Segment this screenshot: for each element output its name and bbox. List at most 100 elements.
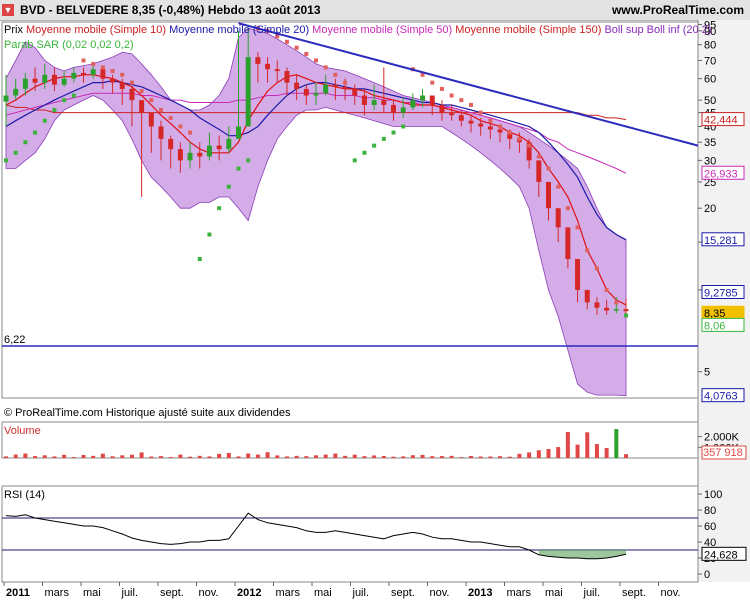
- volume-bar: [52, 456, 57, 458]
- volume-bar: [459, 457, 464, 458]
- volume-bar: [391, 456, 396, 458]
- volume-bar: [159, 456, 163, 458]
- sar-dot: [323, 65, 328, 70]
- x-tick-label: nov.: [661, 587, 681, 599]
- rsi-frame: [1, 485, 699, 583]
- legend-line-1: Prix Moyenne mobile (Simple 10) Moyenne …: [4, 24, 711, 36]
- sar-dot: [246, 158, 251, 163]
- sar-dot: [372, 143, 377, 148]
- volume-bar: [13, 454, 18, 458]
- candle-body: [352, 88, 358, 96]
- candle-body: [323, 84, 329, 94]
- price-tick-label: 20: [704, 203, 716, 215]
- candle-body: [61, 78, 67, 85]
- x-tick-label: sept.: [622, 587, 646, 599]
- volume-bar: [314, 455, 318, 458]
- volume-bar: [401, 456, 406, 458]
- rsi-last-label: 24,628: [704, 549, 738, 561]
- volume-bar: [381, 455, 386, 458]
- chart-note: © ProRealTime.com Historique ajusté suit…: [4, 407, 291, 419]
- sar-dot: [391, 130, 396, 135]
- price-label: 9,2785: [704, 288, 738, 300]
- candle-body: [90, 69, 96, 75]
- candle-body: [71, 72, 77, 79]
- volume-bar: [333, 453, 338, 458]
- candle-body: [449, 112, 455, 116]
- x-tick-label: juil.: [583, 587, 601, 599]
- volume-bar: [498, 456, 503, 458]
- candle-body: [3, 95, 9, 102]
- sar-dot: [459, 98, 464, 103]
- volume-bar: [527, 452, 532, 458]
- sar-dot: [120, 72, 125, 77]
- sar-dot: [33, 130, 38, 135]
- volume-bar: [294, 455, 299, 458]
- volume-bar: [469, 455, 473, 458]
- sar-dot: [188, 130, 193, 135]
- candle-body: [623, 309, 629, 312]
- price-tick-label: 30: [704, 155, 716, 167]
- volume-bar: [62, 454, 67, 458]
- candle-body: [139, 100, 145, 113]
- volume-bar: [556, 447, 561, 458]
- volume-bar: [255, 454, 260, 458]
- volume-bar: [449, 455, 454, 458]
- price-label: 8,06: [704, 320, 725, 332]
- candle-body: [468, 120, 474, 124]
- sar-dot: [594, 266, 599, 271]
- volume-bar: [507, 456, 512, 458]
- candle-body: [420, 95, 426, 101]
- candle-body: [22, 78, 28, 89]
- candle-body: [555, 208, 561, 228]
- chart-canvas[interactable]: 6,22 Volume RSI (14) 5101520253035404550…: [0, 0, 750, 600]
- candle-body: [594, 302, 600, 308]
- sar-dot: [352, 158, 357, 163]
- sar-dot: [52, 107, 57, 112]
- sar-dot: [449, 93, 454, 98]
- x-tick-label: mai: [314, 587, 332, 599]
- candle-body: [478, 123, 484, 127]
- price-tick-label: 70: [704, 55, 716, 67]
- volume-bar: [517, 453, 522, 458]
- candle-body: [613, 309, 619, 311]
- sar-dot: [536, 154, 541, 159]
- candle-body: [381, 100, 387, 105]
- price-tick-label: 50: [704, 95, 716, 107]
- candle-body: [13, 88, 19, 96]
- volume-title: Volume: [4, 425, 41, 437]
- candle-body: [546, 181, 551, 209]
- candle-body: [536, 160, 542, 182]
- volume-bar: [139, 452, 144, 458]
- candle-body: [284, 71, 290, 83]
- volume-bar: [488, 456, 493, 458]
- sar-dot: [284, 39, 289, 44]
- sar-dot: [362, 150, 367, 155]
- candle-body: [313, 93, 319, 96]
- sar-dot: [343, 80, 348, 85]
- price-tick-label: 80: [704, 40, 716, 52]
- candle-body: [604, 307, 610, 311]
- candle-body: [42, 74, 48, 83]
- volume-bar: [439, 456, 444, 458]
- sar-dot: [100, 65, 105, 70]
- x-tick-label: mars: [276, 587, 301, 599]
- sar-dot: [304, 51, 309, 56]
- sar-dot: [294, 45, 299, 50]
- volume-bar: [565, 432, 570, 458]
- sar-dot: [401, 124, 406, 129]
- candle-body: [265, 63, 271, 70]
- volume-bar: [594, 444, 599, 458]
- volume-bar: [207, 456, 212, 458]
- volume-bar: [585, 432, 590, 458]
- sar-dot: [159, 107, 163, 112]
- volume-bar: [149, 456, 154, 458]
- volume-bar: [323, 454, 328, 458]
- support-line-label: 6,22: [4, 334, 25, 346]
- volume-bar: [410, 455, 415, 458]
- rsi-tick-label: 100: [704, 489, 722, 501]
- volume-bar: [129, 454, 134, 458]
- volume-bar: [546, 449, 551, 458]
- candle-body: [439, 104, 445, 113]
- x-tick-label: 2013: [468, 587, 492, 599]
- candle-body: [119, 82, 125, 89]
